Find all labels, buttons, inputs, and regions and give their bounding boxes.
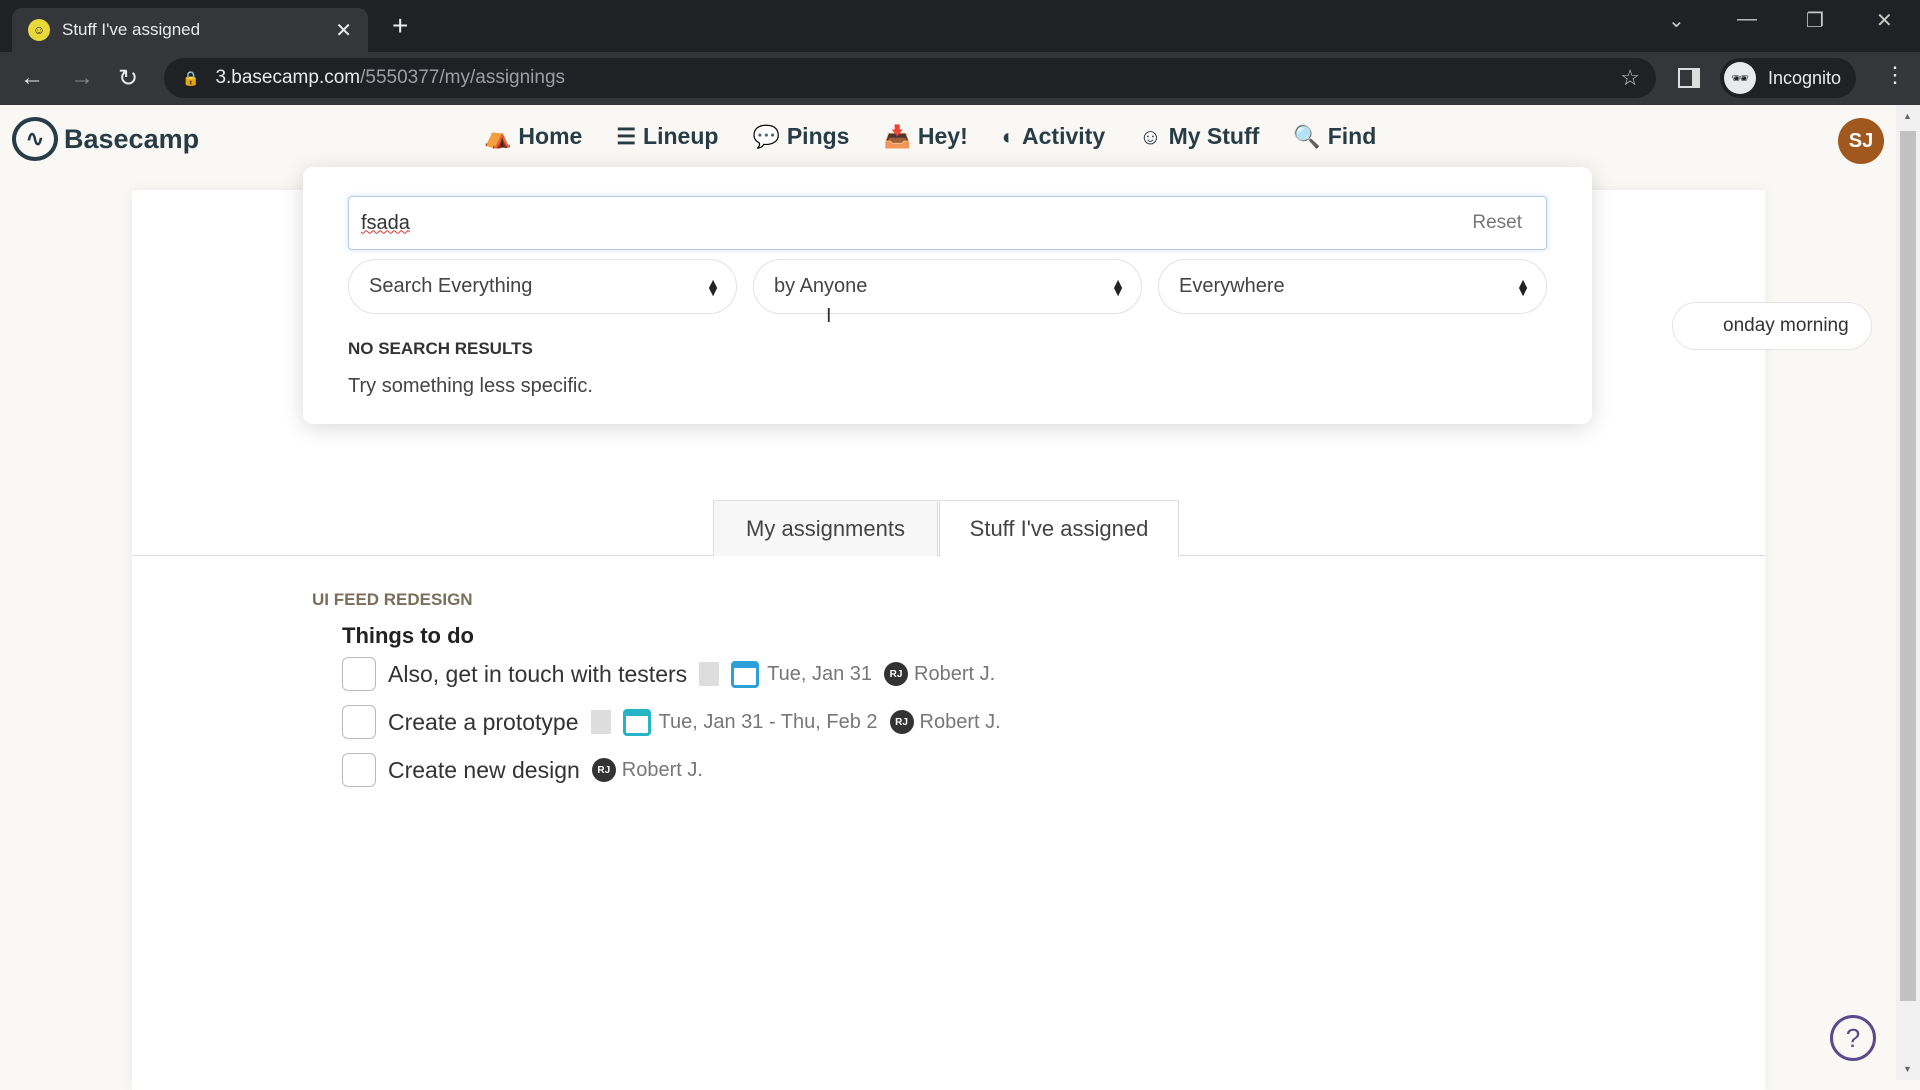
scroll-up-icon[interactable]: ▲ xyxy=(1903,111,1912,121)
tab-title: Stuff I've assigned xyxy=(62,20,201,39)
assignee-name: Robert J. xyxy=(919,710,1001,733)
nav-label: Pings xyxy=(786,123,850,149)
assignee-avatar: RJ xyxy=(591,758,616,782)
select-arrows-icon: ▲ ▼ xyxy=(706,274,720,299)
help-button[interactable]: ? xyxy=(1830,1015,1876,1061)
brand-name: Basecamp xyxy=(64,123,200,154)
tab-my-assignments[interactable]: My assignments xyxy=(713,500,938,556)
tab-stuff-ive-assigned[interactable]: Stuff I've assigned xyxy=(939,500,1179,557)
main-nav: ⛺ Home ☰ Lineup 💬 Pings 📥 Hey! ◐ Activity ☺ My… xyxy=(484,123,1376,150)
activity-icon: ◐ xyxy=(1001,123,1016,149)
nav-home[interactable]: ⛺ Home xyxy=(484,123,582,150)
lock-icon: 🔒 xyxy=(182,69,200,86)
smiley-icon: ☺ xyxy=(1139,123,1162,149)
todo-list-title[interactable]: Things to do xyxy=(342,623,474,649)
browser-titlebar: ☺ Stuff I've assigned ✕ + ⌄ — ❐ ✕ xyxy=(0,0,1920,52)
hey-inbox-icon: 📥 xyxy=(883,123,911,149)
nav-label: Find xyxy=(1327,123,1377,149)
nav-my-stuff[interactable]: ☺ My Stuff xyxy=(1139,123,1259,150)
nav-hey[interactable]: 📥 Hey! xyxy=(883,123,967,150)
todo-item: Create new design RJ Robert J. xyxy=(342,753,703,787)
select-arrows-icon: ▲ ▼ xyxy=(1516,274,1530,299)
calendar-icon xyxy=(731,660,760,688)
todo-title[interactable]: Also, get in touch with testers xyxy=(388,661,687,688)
basecamp-logo[interactable]: ∿ Basecamp xyxy=(12,117,199,161)
due-date: Tue, Jan 31 - Thu, Feb 2 xyxy=(658,710,878,733)
browser-tab[interactable]: ☺ Stuff I've assigned ✕ xyxy=(12,8,368,52)
todo-checkbox[interactable] xyxy=(342,657,376,691)
lineup-icon: ☰ xyxy=(616,123,637,149)
due-date: Tue, Jan 31 xyxy=(767,662,873,685)
search-type-select[interactable]: Search Everything ▲ ▼ xyxy=(348,259,737,314)
no-results-hint: Try something less specific. xyxy=(348,375,593,397)
todo-checkbox[interactable] xyxy=(342,753,376,787)
new-tab-icon[interactable]: + xyxy=(392,10,408,42)
reset-button[interactable]: Reset xyxy=(1472,212,1522,234)
notes-icon xyxy=(699,662,720,686)
todo-checkbox[interactable] xyxy=(342,705,376,739)
basecamp-page: ∿ Basecamp ⛺ Home ☰ Lineup 💬 Pings 📥 Hey! ◐ A… xyxy=(0,105,1896,1090)
home-icon: ⛺ xyxy=(484,123,512,149)
no-results-title: NO SEARCH RESULTS xyxy=(348,339,533,358)
back-icon[interactable]: ← xyxy=(20,64,44,92)
incognito-icon: 🕶 xyxy=(1724,62,1756,94)
todo-title[interactable]: Create a prototype xyxy=(388,709,579,736)
assignee-name: Robert J. xyxy=(621,758,703,781)
user-avatar[interactable]: SJ xyxy=(1838,118,1884,164)
url-host: 3.basecamp.com xyxy=(215,67,361,88)
nav-label: Home xyxy=(518,123,583,149)
select-value: Everywhere xyxy=(1179,275,1285,297)
pings-icon: 💬 xyxy=(752,123,780,149)
assignee-avatar: RJ xyxy=(884,662,909,686)
scrollbar-thumb[interactable] xyxy=(1900,131,1916,1001)
nav-label: Hey! xyxy=(917,123,968,149)
browser-toolbar: ← → ↻ 🔒 3.basecamp.com/5550377/my/assign… xyxy=(0,52,1920,105)
assignee-avatar: RJ xyxy=(889,710,914,734)
bookmark-star-icon[interactable]: ☆ xyxy=(1620,65,1640,91)
search-icon: 🔍 xyxy=(1293,123,1321,149)
todo-item: Also, get in touch with testers Tue, Jan… xyxy=(342,657,995,691)
text-cursor-icon: I xyxy=(826,305,832,327)
schedule-pill[interactable]: onday morning xyxy=(1672,302,1872,350)
notes-icon xyxy=(590,710,611,734)
select-value: by Anyone xyxy=(774,275,868,297)
search-field[interactable]: Reset xyxy=(348,196,1547,250)
nav-label: Lineup xyxy=(643,123,719,149)
reload-icon[interactable]: ↻ xyxy=(118,64,138,93)
todo-item: Create a prototype Tue, Jan 31 - Thu, Fe… xyxy=(342,705,1001,739)
basecamp-favicon-icon: ☺ xyxy=(28,19,50,41)
basecamp-mark-icon: ∿ xyxy=(12,117,58,161)
address-bar[interactable]: 🔒 3.basecamp.com/5550377/my/assignings ☆ xyxy=(164,58,1656,98)
browser-menu-icon[interactable]: ⋮ xyxy=(1884,62,1906,88)
calendar-icon xyxy=(622,708,651,736)
incognito-label: Incognito xyxy=(1768,67,1842,88)
find-popup: Reset Search Everything ▲▼ by Anyone ▲▼ … xyxy=(303,167,1592,424)
nav-find[interactable]: 🔍 Find xyxy=(1293,123,1376,150)
nav-activity[interactable]: ◐ Activity xyxy=(1002,123,1105,150)
url-path: /5550377/my/assignings xyxy=(360,67,566,88)
assignee-name: Robert J. xyxy=(914,662,996,685)
close-tab-icon[interactable]: ✕ xyxy=(335,18,352,43)
nav-label: Activity xyxy=(1022,123,1106,149)
assignment-tabs: My assignments Stuff I've assigned xyxy=(132,500,1765,557)
search-person-select[interactable]: by Anyone ▲ ▼ xyxy=(753,259,1142,314)
incognito-badge[interactable]: 🕶 Incognito xyxy=(1720,58,1856,98)
close-window-icon[interactable]: ✕ xyxy=(1876,8,1893,33)
search-location-select[interactable]: Everywhere ▲ ▼ xyxy=(1158,259,1547,314)
project-name[interactable]: UI FEED REDESIGN xyxy=(312,590,473,610)
search-input[interactable] xyxy=(361,211,1473,235)
tab-search-icon[interactable]: ⌄ xyxy=(1668,8,1685,33)
nav-label: My Stuff xyxy=(1168,123,1260,149)
restore-icon[interactable]: ❐ xyxy=(1806,8,1824,33)
side-panel-icon[interactable] xyxy=(1678,68,1700,88)
todo-title[interactable]: Create new design xyxy=(388,757,580,784)
nav-pings[interactable]: 💬 Pings xyxy=(752,123,849,150)
scroll-down-icon[interactable]: ▼ xyxy=(1903,1064,1912,1074)
nav-lineup[interactable]: ☰ Lineup xyxy=(616,123,718,150)
forward-icon[interactable]: → xyxy=(70,64,94,92)
minimize-icon[interactable]: — xyxy=(1737,8,1757,31)
select-arrows-icon: ▲ ▼ xyxy=(1111,274,1125,299)
page-scrollbar[interactable]: ▲ ▼ xyxy=(1896,105,1920,1080)
select-value: Search Everything xyxy=(369,275,533,297)
